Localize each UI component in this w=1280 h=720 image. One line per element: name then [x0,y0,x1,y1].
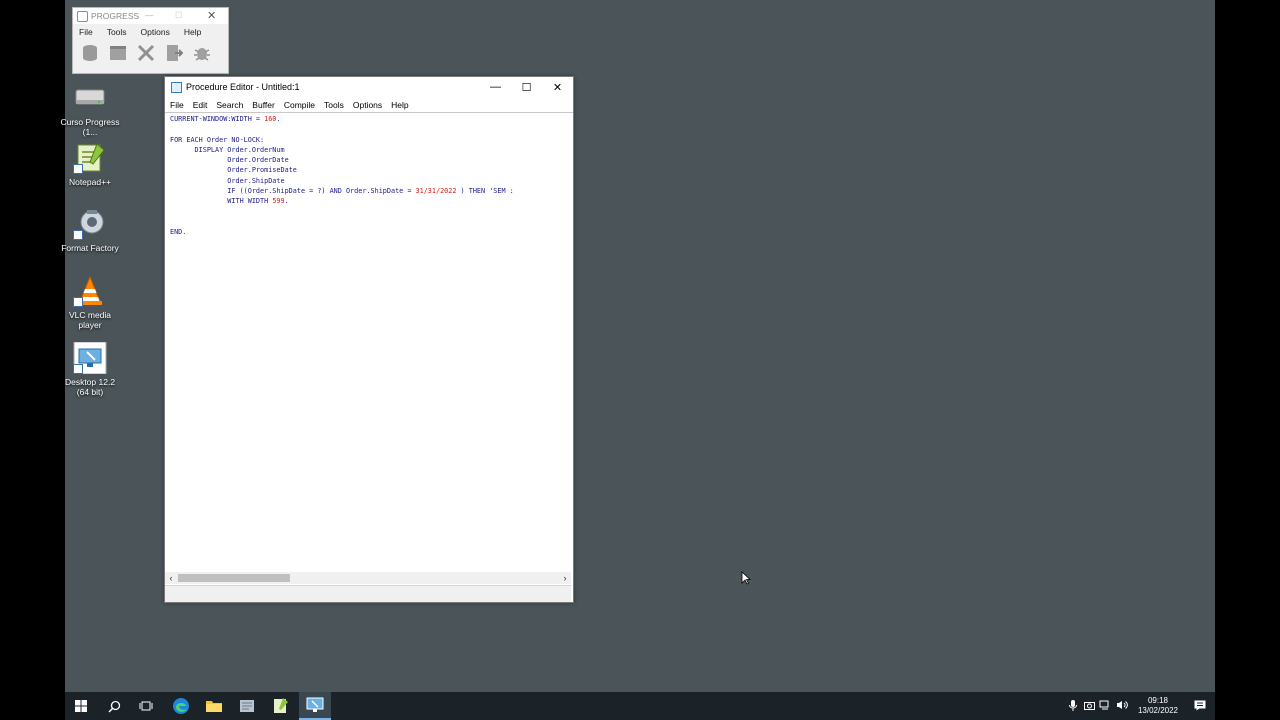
desktop-icon-vlc[interactable]: VLC media player [60,275,120,330]
minimize-icon[interactable]: — [145,10,154,20]
network-icon[interactable] [1097,700,1113,712]
progress-toolbar [73,39,228,63]
code-text[interactable]: CURRENT-WINDOW:WIDTH = 160. FOR EACH Ord… [165,113,571,238]
camera-icon[interactable] [1081,701,1097,712]
menu-help[interactable]: Help [391,100,408,110]
menu-compile[interactable]: Compile [284,100,315,110]
file-explorer-icon[interactable] [198,692,230,720]
vlc-icon [73,275,107,307]
search-icon[interactable] [98,692,130,720]
menu-file[interactable]: File [170,100,184,110]
progress-app-icon[interactable] [231,692,263,720]
progress-window-titlebar[interactable]: PROGRESS — ☐ ✕ [73,8,228,24]
menu-options[interactable]: Options [141,27,170,37]
document-arrow-icon[interactable] [164,43,184,63]
menu-edit[interactable]: Edit [193,100,208,110]
letterbox-right [1215,0,1280,720]
desktop-icon-label: Format Factory [61,243,119,253]
close-icon[interactable]: ✕ [542,77,573,97]
maximize-icon[interactable]: ☐ [511,77,542,97]
code-line-1: CURRENT-WINDOW:WIDTH = 160. [170,115,281,123]
database-icon[interactable] [80,43,100,63]
menu-options[interactable]: Options [353,100,382,110]
window-icon[interactable] [108,43,128,63]
desktop-icon-progress-desktop[interactable]: Desktop 12.2 (64 bit) [60,341,120,397]
menu-tools[interactable]: Tools [324,100,344,110]
mouse-cursor-icon [741,571,751,585]
desktop-icon-notepad-plus-plus[interactable]: Notepad++ [60,142,120,187]
menu-file[interactable]: File [79,27,93,37]
minimize-icon[interactable]: — [480,77,511,97]
close-icon[interactable]: ✕ [207,9,216,22]
desktop-icon-label: Desktop 12.2 (64 bit) [64,377,116,397]
menu-buffer[interactable]: Buffer [252,100,275,110]
desktop-icon-label: Curso Progress (1... [60,117,120,137]
desktop-icon-format-factory[interactable]: Format Factory [60,208,120,253]
clock-time: 09:18 [1147,696,1169,705]
procedure-editor-title: Procedure Editor - Untitled:1 [186,82,300,92]
volume-icon[interactable] [1113,700,1131,712]
scroll-left-icon[interactable]: ‹ [165,572,177,584]
drive-icon [73,82,107,114]
desktop-icon-label: Notepad++ [68,177,112,187]
system-tray: 09:18 13/02/2022 [1065,692,1215,720]
progress-window-title: PROGRESS [91,11,140,21]
taskbar: 09:18 13/02/2022 [65,692,1215,720]
bug-icon[interactable] [192,43,212,63]
code-line-12: END. [170,228,187,237]
progress-window[interactable]: PROGRESS — ☐ ✕ File Tools Options Help [72,7,229,74]
microphone-icon[interactable] [1065,699,1081,713]
scroll-right-icon[interactable]: › [559,572,571,584]
desktop-icon-label: VLC media player [68,310,112,330]
code-line-9: WITH WIDTH 599. [170,197,289,206]
procedure-editor-window[interactable]: Procedure Editor - Untitled:1 — ☐ ✕ File… [164,76,574,603]
code-line-5: Order.OrderDate [170,156,289,165]
code-line-3: FOR EACH Order NO-LOCK: [170,135,265,144]
notification-center-icon[interactable] [1185,700,1215,713]
code-editor-area[interactable]: CURRENT-WINDOW:WIDTH = 160. FOR EACH Ord… [165,113,571,571]
edge-icon[interactable] [165,692,197,720]
code-line-7: Order.ShipDate [170,176,285,185]
code-line-4: DISPLAY Order.OrderNum [170,145,285,154]
procedure-editor-titlebar[interactable]: Procedure Editor - Untitled:1 — ☐ ✕ [165,77,573,97]
desktop-icon-curso-progress[interactable]: Curso Progress (1... [60,82,120,137]
scrollbar-thumb[interactable] [178,574,290,582]
code-line-6: Order.PromiseDate [170,166,297,175]
procedure-editor-statusbar [165,585,571,602]
progress-desktop-icon [73,341,107,375]
code-line-8: IF ((Order.ShipDate = ?) AND Order.ShipD… [170,187,514,196]
progress-logo-icon [77,10,88,22]
procedure-editor-taskbar-icon[interactable] [299,692,331,720]
procedure-editor-menubar: File Edit Search Buffer Compile Tools Op… [165,97,573,113]
procedure-editor-app-icon [171,81,182,93]
clock-date: 13/02/2022 [1137,706,1179,715]
format-factory-icon [73,208,107,240]
notepad-icon [73,142,107,174]
progress-window-menubar: File Tools Options Help [73,24,228,39]
notepad-taskbar-icon[interactable] [264,692,296,720]
horizontal-scrollbar[interactable]: ‹ › [165,572,571,584]
menu-search[interactable]: Search [216,100,243,110]
cross-tools-icon[interactable] [136,43,156,63]
task-view-icon[interactable] [130,692,162,720]
windows-start-icon[interactable] [65,692,97,720]
clock[interactable]: 09:18 13/02/2022 [1131,696,1185,716]
maximize-icon[interactable]: ☐ [175,10,183,21]
menu-help[interactable]: Help [184,27,201,37]
menu-tools[interactable]: Tools [107,27,127,37]
